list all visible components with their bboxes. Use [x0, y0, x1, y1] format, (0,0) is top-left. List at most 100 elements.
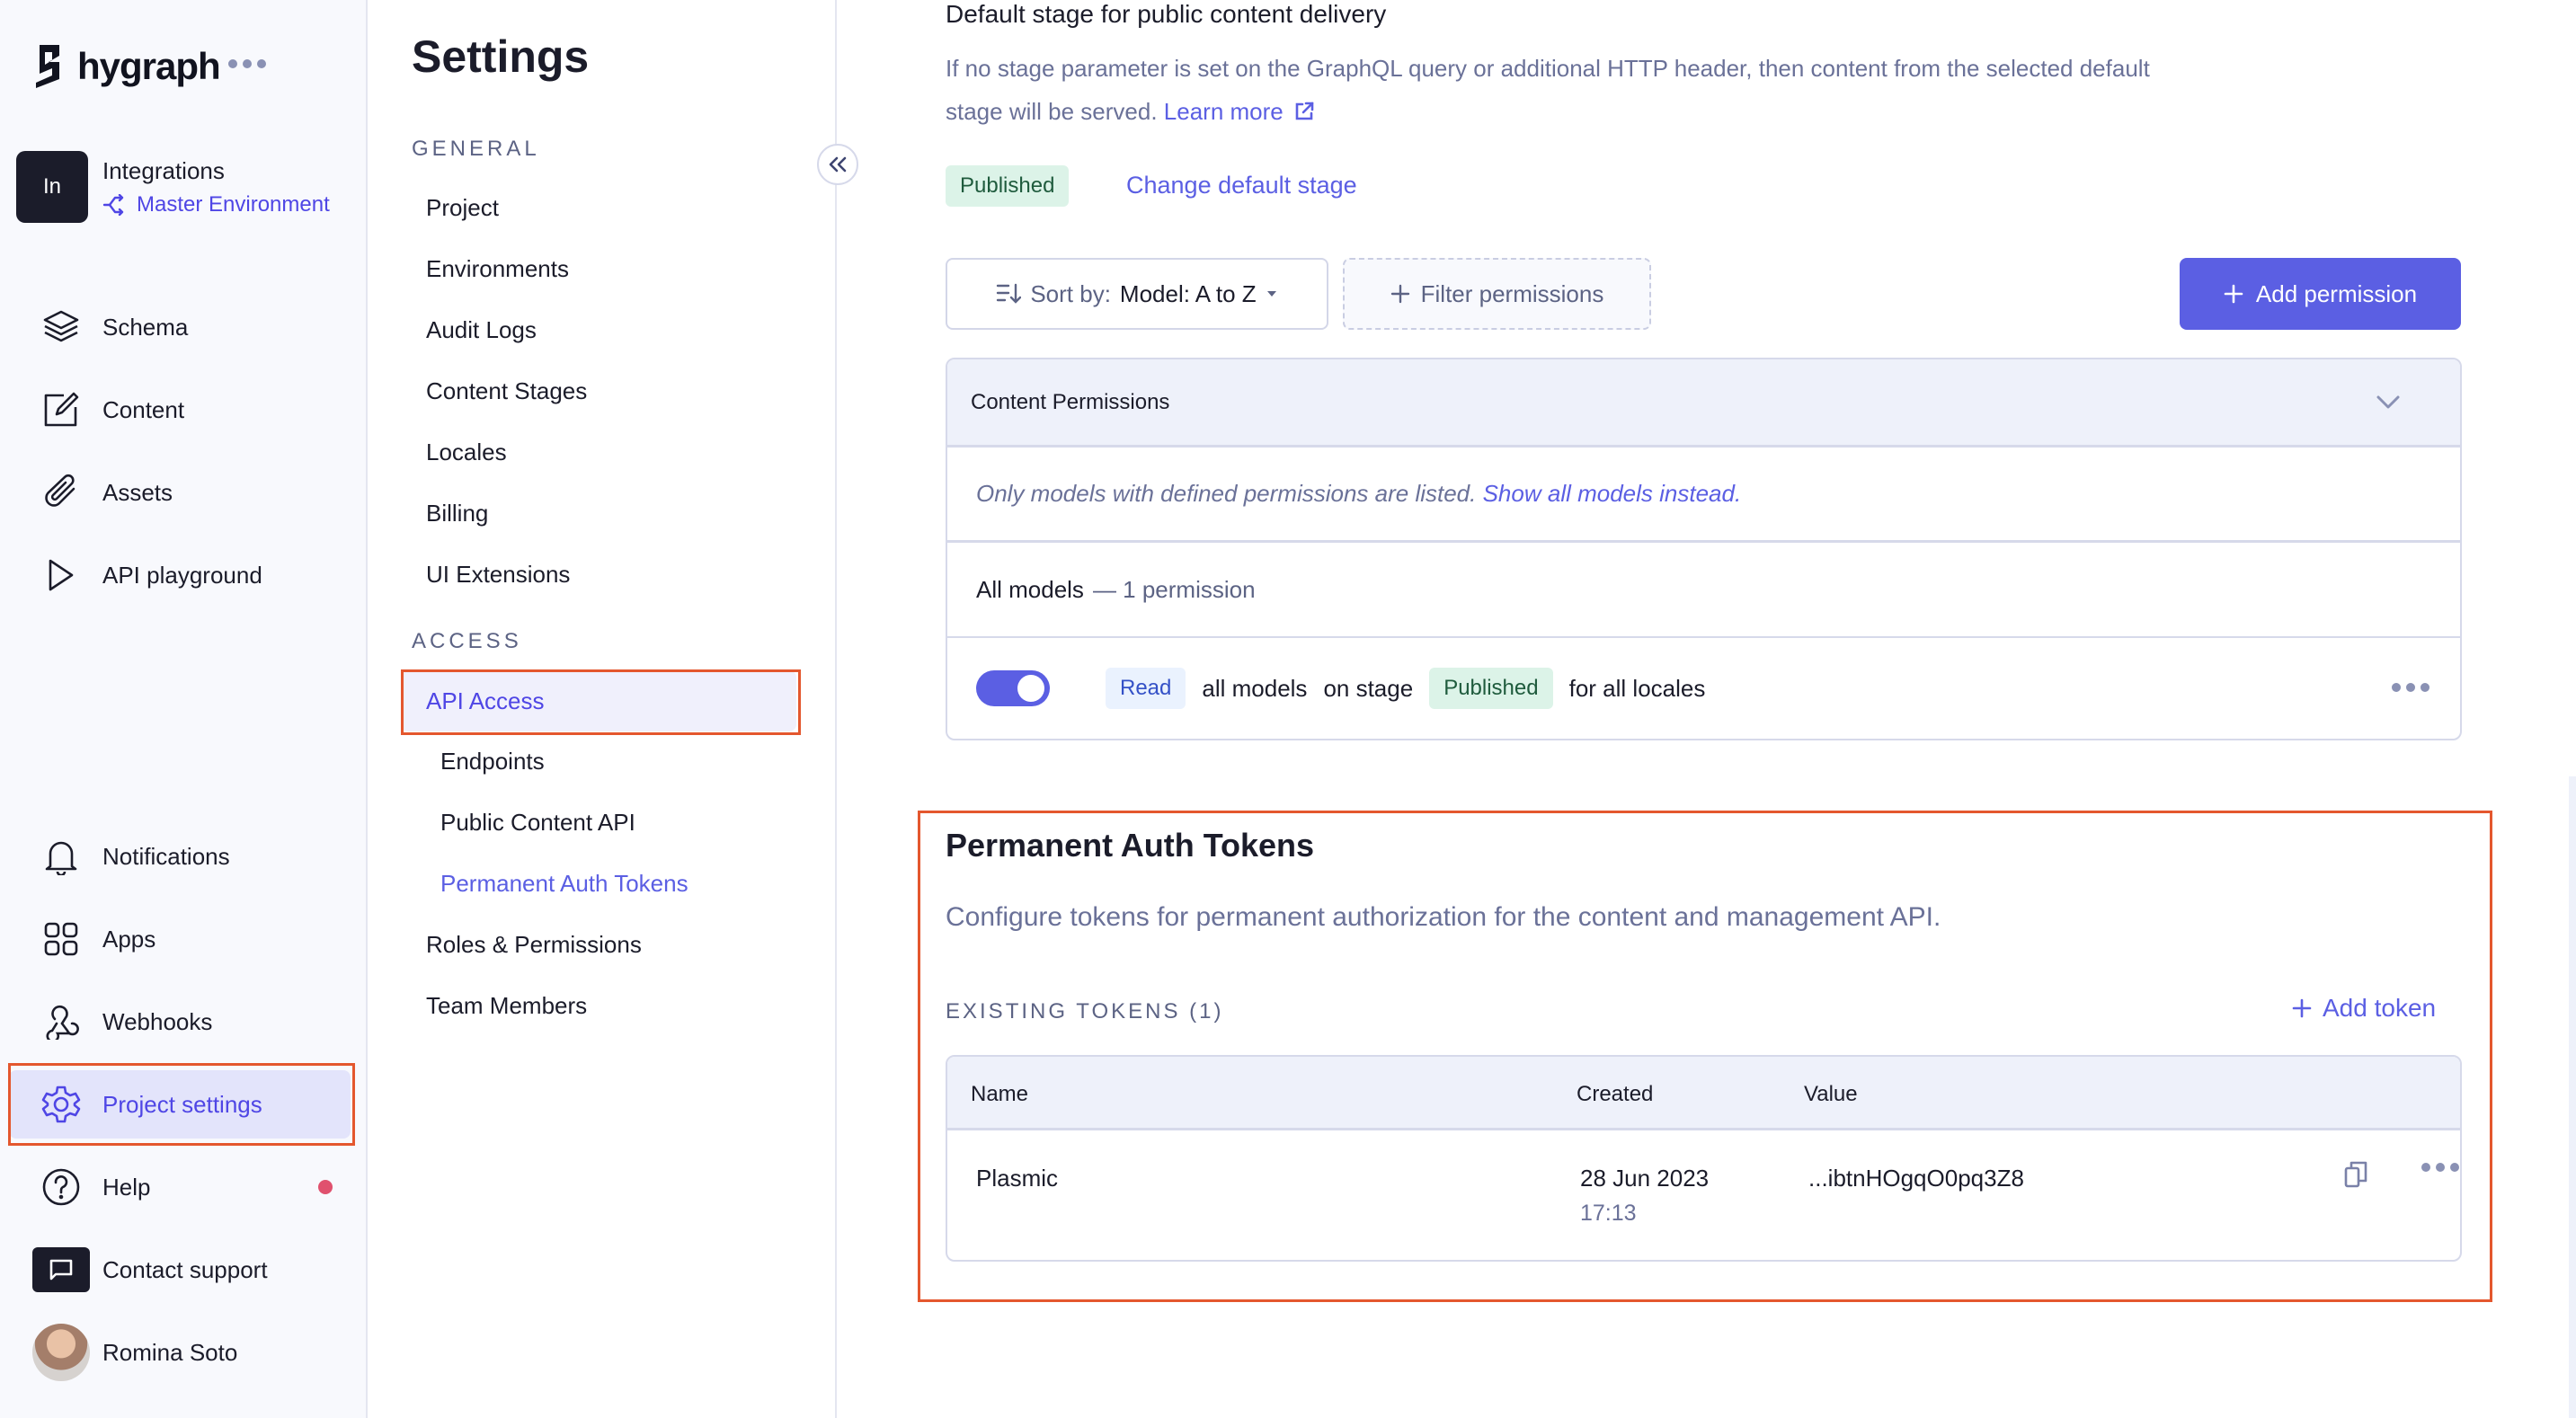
- settings-item-public-content-api[interactable]: Public Content API: [401, 792, 796, 853]
- nav-label: API playground: [102, 561, 262, 589]
- action-badge: Read: [1106, 668, 1186, 709]
- notification-dot: [318, 1180, 333, 1194]
- chevron-down-icon[interactable]: [2376, 394, 2401, 411]
- environment-link[interactable]: Master Environment: [102, 192, 330, 217]
- nav-label: Webhooks: [102, 1007, 213, 1035]
- brand-name: hygraph: [77, 45, 221, 87]
- nav-item-schema[interactable]: Schema: [9, 293, 351, 361]
- permission-toggle[interactable]: [976, 670, 1050, 706]
- plus-icon: [1390, 284, 1409, 304]
- project-avatar: In: [16, 151, 88, 223]
- play-icon: [32, 557, 90, 593]
- stage-badge: Published: [1429, 668, 1553, 709]
- settings-item-audit-logs[interactable]: Audit Logs: [401, 299, 796, 360]
- hygraph-logo-icon: [36, 45, 59, 88]
- nav-label: Help: [102, 1173, 151, 1201]
- highlight-project-settings: [8, 1063, 355, 1146]
- permission-group-header: All models — 1 permission: [947, 543, 2460, 638]
- nav-label: Apps: [102, 925, 156, 953]
- bell-icon: [32, 838, 90, 875]
- default-stage-row: Published: [946, 165, 1070, 207]
- description-text: If no stage parameter is set on the Grap…: [946, 55, 2150, 125]
- highlight-api-access: [401, 669, 801, 735]
- apps-grid-icon: [32, 921, 90, 957]
- chevrons-left-icon: [829, 156, 847, 173]
- add-permission-button[interactable]: Add permission: [2180, 258, 2461, 330]
- branch-icon: [102, 193, 124, 216]
- sort-prefix: Sort by:: [1030, 279, 1111, 307]
- brand-logo[interactable]: hygraph: [32, 43, 221, 90]
- nav-item-help[interactable]: Help: [9, 1153, 351, 1221]
- content-permissions-card: Content Permissions Only models with def…: [946, 358, 2462, 740]
- user-avatar: [32, 1324, 90, 1381]
- scrollbar[interactable]: [2569, 776, 2576, 1418]
- add-permission-label: Add permission: [2255, 279, 2418, 307]
- project-name: Integrations: [102, 156, 225, 184]
- stage-prefix: on stage: [1323, 674, 1414, 702]
- permissions-note: Only models with defined permissions are…: [947, 448, 2460, 543]
- nav-label: Schema: [102, 313, 189, 341]
- sort-value: Model: A to Z: [1119, 279, 1257, 307]
- app-window: hygraph In Integrations Master Environme…: [0, 0, 2576, 1418]
- default-stage-heading: Default stage for public content deliver…: [946, 0, 1387, 28]
- external-link-icon: [1295, 102, 1314, 120]
- learn-more-label: Learn more: [1163, 98, 1284, 125]
- nav-item-user-profile[interactable]: Romina Soto: [9, 1318, 351, 1387]
- content-permissions-header[interactable]: Content Permissions: [947, 359, 2460, 448]
- locales-text: for all locales: [1568, 674, 1706, 702]
- settings-item-content-stages[interactable]: Content Stages: [401, 360, 796, 421]
- nav-item-content[interactable]: Content: [9, 376, 351, 444]
- nav-item-webhooks[interactable]: Webhooks: [9, 988, 351, 1056]
- sort-icon: [997, 283, 1022, 304]
- change-default-stage-link[interactable]: Change default stage: [1126, 172, 1357, 199]
- chat-icon: [32, 1247, 90, 1292]
- default-stage-description: If no stage parameter is set on the Grap…: [946, 47, 2204, 133]
- ellipsis-icon[interactable]: [2392, 683, 2429, 692]
- settings-item-team-members[interactable]: Team Members: [401, 975, 796, 1036]
- filter-label: Filter permissions: [1420, 279, 1604, 307]
- settings-item-project[interactable]: Project: [401, 177, 796, 238]
- project-switcher[interactable]: In Integrations Master Environment: [16, 151, 330, 223]
- permission-row: Read all models on stage Published for a…: [947, 638, 2460, 739]
- settings-item-locales[interactable]: Locales: [401, 421, 796, 483]
- nav-label: Contact support: [102, 1255, 268, 1283]
- models-text: all models: [1202, 674, 1308, 702]
- nav-label: Notifications: [102, 842, 230, 870]
- help-circle-icon: [32, 1167, 90, 1207]
- settings-item-roles-permissions[interactable]: Roles & Permissions: [401, 914, 796, 975]
- webhook-icon: [32, 1004, 90, 1040]
- learn-more-link[interactable]: Learn more: [1164, 98, 1315, 125]
- nav-item-api-playground[interactable]: API playground: [9, 541, 351, 609]
- paperclip-icon: [32, 473, 90, 512]
- nav-label: Assets: [102, 478, 173, 506]
- settings-item-permanent-auth-tokens[interactable]: Permanent Auth Tokens: [401, 853, 796, 914]
- group-label-access: ACCESS: [412, 629, 522, 653]
- environment-name: Master Environment: [137, 191, 330, 217]
- settings-title: Settings: [412, 31, 590, 82]
- caret-down-icon: [1266, 291, 1276, 297]
- settings-item-billing[interactable]: Billing: [401, 483, 796, 544]
- sort-dropdown[interactable]: Sort by: Model: A to Z: [946, 258, 1328, 330]
- layers-icon: [32, 309, 90, 345]
- nav-item-apps[interactable]: Apps: [9, 905, 351, 973]
- settings-item-ui-extensions[interactable]: UI Extensions: [401, 544, 796, 605]
- current-stage-badge: Published: [946, 165, 1070, 207]
- nav-item-notifications[interactable]: Notifications: [9, 822, 351, 891]
- nav-item-contact-support[interactable]: Contact support: [9, 1236, 351, 1304]
- content-permissions-title: Content Permissions: [971, 389, 1170, 414]
- plus-icon: [2224, 284, 2243, 304]
- group-label: All models: [976, 575, 1084, 603]
- settings-item-environments[interactable]: Environments: [401, 238, 796, 299]
- note-text: Only models with defined permissions are…: [976, 480, 1477, 507]
- ellipsis-icon[interactable]: [228, 59, 266, 68]
- group-label-general: GENERAL: [412, 137, 540, 161]
- collapse-sidebar-button[interactable]: [817, 144, 858, 185]
- nav-label: Romina Soto: [102, 1338, 238, 1366]
- edit-icon: [32, 391, 90, 429]
- filter-permissions-button[interactable]: Filter permissions: [1343, 258, 1651, 330]
- nav-item-assets[interactable]: Assets: [9, 458, 351, 527]
- main-sidebar: hygraph In Integrations Master Environme…: [0, 0, 368, 1418]
- show-all-models-link[interactable]: Show all models instead.: [1483, 480, 1742, 508]
- settings-item-endpoints[interactable]: Endpoints: [401, 731, 796, 792]
- highlight-auth-tokens-section: [918, 811, 2492, 1302]
